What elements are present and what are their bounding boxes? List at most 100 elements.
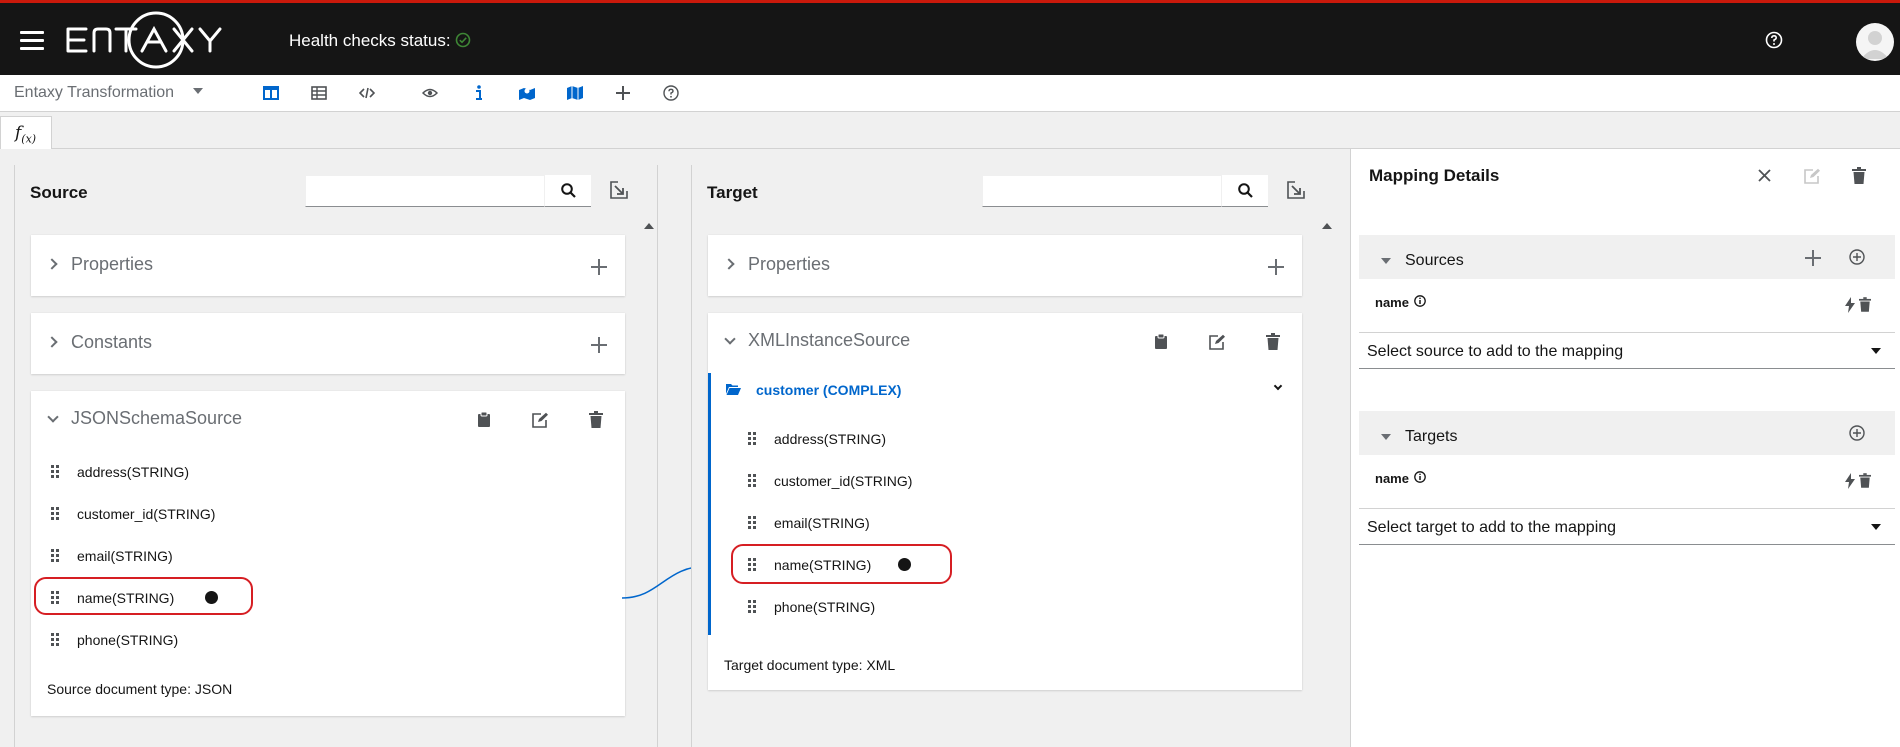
target-title: Target	[707, 183, 758, 202]
add-icon[interactable]	[613, 83, 633, 103]
toolbar: Entaxy Transformation	[0, 75, 1900, 112]
chevron-down-icon[interactable]	[47, 411, 59, 423]
source-search-input[interactable]	[305, 175, 545, 207]
source-constants-label: Constants	[71, 332, 153, 352]
drag-grip-icon[interactable]	[51, 633, 61, 647]
drag-grip-icon[interactable]	[748, 516, 758, 530]
trash-icon[interactable]	[1859, 473, 1871, 488]
trash-icon[interactable]	[1859, 297, 1871, 312]
field-label: address(STRING)	[774, 431, 887, 447]
clipboard-icon[interactable]	[1154, 333, 1168, 350]
trash-icon[interactable]	[589, 411, 603, 428]
drag-grip-icon[interactable]	[748, 600, 758, 614]
mapped-indicator-dot	[898, 558, 911, 571]
target-search-button[interactable]	[1222, 175, 1268, 207]
clipboard-icon[interactable]	[477, 411, 491, 428]
drag-grip-icon[interactable]	[51, 549, 61, 563]
field-label: customer_id(STRING)	[774, 473, 913, 489]
target-document-card: XMLInstanceSource customer (COMPLEX) add…	[708, 313, 1302, 690]
targets-section-header[interactable]: Targets	[1359, 411, 1895, 455]
target-search-input[interactable]	[982, 175, 1222, 207]
targets-label: Targets	[1405, 428, 1458, 445]
target-header: Target	[692, 165, 1350, 215]
mapping-details-title: Mapping Details	[1369, 166, 1500, 185]
drag-grip-icon[interactable]	[748, 474, 758, 488]
mapped-fields-icon[interactable]	[517, 83, 537, 103]
drag-grip-icon[interactable]	[748, 432, 758, 446]
source-search-button[interactable]	[545, 175, 591, 207]
trash-icon[interactable]	[1852, 167, 1866, 184]
source-select-dropdown[interactable]: Select source to add to the mapping	[1359, 332, 1895, 369]
function-tab[interactable]: f(x)	[0, 116, 52, 149]
add-property-icon[interactable]	[591, 259, 607, 275]
add-property-icon[interactable]	[1268, 259, 1284, 275]
source-title: Source	[30, 183, 88, 202]
caret-down-icon	[1871, 524, 1881, 530]
bolt-icon[interactable]	[1845, 297, 1855, 313]
edit-icon[interactable]	[532, 412, 549, 428]
check-circle-icon[interactable]	[455, 32, 471, 48]
target-column: Target Properties XMLInstanceSource cust…	[691, 165, 1351, 747]
target-select-text: Select target to add to the mapping	[1367, 519, 1617, 536]
bolt-icon[interactable]	[1845, 473, 1855, 489]
target-properties-card[interactable]: Properties	[708, 235, 1302, 296]
chevron-right-icon[interactable]	[46, 336, 58, 348]
info-icon[interactable]	[469, 83, 489, 103]
chevron-right-icon[interactable]	[46, 258, 58, 270]
source-properties-label: Properties	[71, 254, 154, 274]
close-icon[interactable]	[1758, 169, 1771, 182]
field-label: phone(STRING)	[774, 599, 876, 615]
chevron-down-icon[interactable]	[724, 333, 736, 345]
trash-icon[interactable]	[1266, 333, 1280, 350]
source-doc-type: Source document type: JSON	[47, 681, 233, 697]
field-label: name(STRING)	[774, 557, 872, 573]
source-document-card: JSONSchemaSource address(STRING) custome…	[31, 391, 625, 716]
drag-grip-icon[interactable]	[748, 558, 758, 572]
target-doc-type: Target document type: XML	[724, 657, 896, 673]
chevron-right-icon[interactable]	[723, 258, 735, 270]
field-label: email(STRING)	[77, 548, 173, 564]
caret-down-icon[interactable]	[1381, 258, 1391, 264]
source-constants-card[interactable]: Constants	[31, 313, 625, 374]
help-icon[interactable]	[661, 83, 681, 103]
add-source-icon[interactable]	[1805, 250, 1821, 266]
hamburger-menu-icon[interactable]	[20, 31, 44, 51]
help-icon[interactable]	[1765, 31, 1783, 49]
eye-icon[interactable]	[420, 83, 440, 103]
caret-down-icon[interactable]	[1381, 434, 1391, 440]
add-constant-icon[interactable]	[591, 337, 607, 353]
function-tab-bar: f(x)	[0, 112, 1900, 149]
source-mapped-field: name	[1375, 295, 1409, 310]
source-properties-card[interactable]: Properties	[31, 235, 625, 296]
field-label: customer_id(STRING)	[77, 506, 216, 522]
info-circle-icon[interactable]	[1414, 295, 1426, 307]
chevron-down-icon[interactable]	[1273, 381, 1283, 391]
table-view-icon[interactable]	[309, 83, 329, 103]
edit-icon[interactable]	[1804, 168, 1821, 184]
sources-section-header[interactable]: Sources	[1359, 235, 1895, 279]
field-label: phone(STRING)	[77, 632, 179, 648]
columns-view-icon[interactable]	[261, 83, 281, 103]
mode-select[interactable]: Entaxy Transformation	[14, 84, 174, 102]
caret-down-icon[interactable]	[193, 88, 203, 94]
scroll-up-icon[interactable]	[1322, 223, 1332, 229]
code-icon[interactable]	[357, 83, 377, 103]
add-circle-icon[interactable]	[1849, 425, 1865, 441]
info-circle-icon[interactable]	[1414, 471, 1426, 483]
drag-grip-icon[interactable]	[51, 591, 61, 605]
map-icon[interactable]	[565, 83, 585, 103]
add-circle-icon[interactable]	[1849, 249, 1865, 265]
drag-grip-icon[interactable]	[51, 465, 61, 479]
sources-label: Sources	[1405, 252, 1464, 269]
complex-node-label[interactable]: customer (COMPLEX)	[756, 382, 901, 398]
user-avatar[interactable]	[1856, 23, 1894, 61]
mapped-indicator-dot	[205, 591, 218, 604]
target-mapping-row: name	[1359, 455, 1895, 511]
scroll-up-icon[interactable]	[644, 223, 654, 229]
drag-grip-icon[interactable]	[51, 507, 61, 521]
edit-icon[interactable]	[1209, 334, 1226, 350]
source-header: Source	[15, 165, 657, 215]
target-select-dropdown[interactable]: Select target to add to the mapping	[1359, 508, 1895, 545]
export-icon[interactable]	[610, 181, 628, 199]
export-icon[interactable]	[1287, 181, 1305, 199]
